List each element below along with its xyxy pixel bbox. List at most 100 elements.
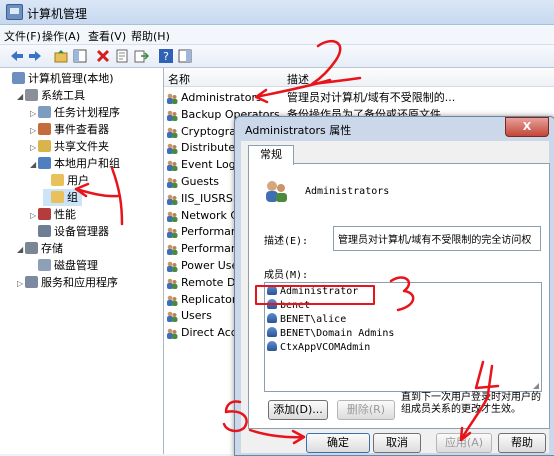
tree-item-label: 共享文件夹 [54,140,109,153]
members-label: 成员(M): [264,270,309,281]
tree-expander-icon[interactable]: ▷ [17,275,25,292]
user-icon [267,313,277,323]
group-icon [166,226,178,239]
tree-item-label: 存储 [41,242,63,255]
group-icon [166,142,178,155]
menu-action[interactable]: 操作(A) [42,28,80,44]
console-pane-icon[interactable] [177,48,193,64]
remove-button[interactable]: 删除(R) [337,400,395,420]
member-name: benet [280,300,311,311]
user-icon [267,341,277,351]
list-item[interactable]: Administrators 管理员对计算机/域有不受限制的... [164,89,554,106]
user-icon [267,299,277,309]
disk-icon [38,259,51,271]
delete-icon[interactable] [95,48,111,64]
tree-expander-icon[interactable]: ▷ [30,105,38,122]
folder-icon [51,174,64,186]
tree-item[interactable]: 设备管理器 [30,223,109,240]
services-icon [25,276,38,288]
tree-item-label: 磁盘管理 [54,259,98,272]
group-icon [166,310,178,323]
group-description: 管理员对计算机/域有不受限制的... [287,91,456,104]
tree-expander-icon[interactable]: ◢ [17,88,25,105]
member-item[interactable]: Administrator [267,285,358,299]
list-resize-grip[interactable] [533,383,539,389]
description-label: 描述(E): [264,236,309,247]
tools-icon [25,89,38,101]
dialog-close-button[interactable]: X [505,117,549,137]
tree-item[interactable]: ◢ 存储 [17,240,63,257]
group-name: Users [181,309,212,323]
toolbar: ? [0,45,554,68]
help-button[interactable]: 帮助 [498,433,546,453]
back-arrow-icon[interactable] [9,48,25,64]
properties-icon[interactable] [114,48,130,64]
column-header-name[interactable]: 名称 [168,71,190,87]
member-item[interactable]: BENET\alice [267,313,346,327]
tree-item[interactable]: 组 [43,189,82,206]
group-icon [166,92,178,104]
tree-item[interactable]: ▷ 服务和应用程序 [17,274,118,291]
device-manager-icon [38,225,51,237]
show-hide-tree-icon[interactable] [72,48,88,64]
tree-item-label: 性能 [54,208,76,221]
tab-general[interactable]: 常规 [248,145,294,165]
add-button[interactable]: 添加(D)... [268,400,328,420]
members-list[interactable]: Administrator benet BENET\alice BENET\Domai… [264,282,542,392]
group-name: Replicator [181,292,237,306]
group-icon [166,109,178,121]
group-name: Guests [181,175,220,188]
computer-icon [12,72,25,84]
tree-item[interactable]: 用户 [43,172,89,189]
member-name: BENET\Domain Admins [280,328,395,339]
window-titlebar: 计算机管理 [0,0,554,25]
forward-arrow-icon[interactable] [27,48,43,64]
export-list-icon[interactable] [133,48,150,64]
group-name: Administrators [305,186,390,197]
tree-item[interactable]: ▷ 性能 [30,206,76,223]
group-icon [166,126,178,138]
tree-item[interactable]: ▷ 任务计划程序 [30,104,120,121]
help-icon[interactable]: ? [158,48,174,64]
up-folder-icon[interactable] [53,48,69,64]
member-name: BENET\alice [280,314,347,325]
users-icon [38,157,51,169]
tree-item[interactable]: ▷ 事件查看器 [30,121,109,138]
cancel-button[interactable]: 取消 [373,433,421,453]
tree-item[interactable]: 磁盘管理 [30,257,98,274]
tree-item-label: 组 [67,191,78,204]
tree-expander-icon[interactable]: ◢ [17,241,25,258]
storage-icon [25,242,38,254]
group-icon [166,210,178,222]
description-field[interactable]: 管理员对计算机/域有不受限制的完全访问权 [333,226,541,251]
menu-file[interactable]: 文件(F) [4,28,41,44]
tree-expander-icon[interactable]: ◢ [30,156,38,173]
tree-item-label: 系统工具 [41,89,85,102]
tree-item[interactable]: 计算机管理(本地) [4,70,114,87]
tree-expander-icon[interactable]: ▷ [30,207,38,224]
member-item[interactable]: CtxAppVCOMAdmin [267,341,370,355]
general-tab-pane: Administrators 描述(E): 管理员对计算机/域有不受限制的完全访… [248,163,550,429]
tree-item-label: 本地用户和组 [54,157,120,170]
performance-icon [38,208,51,220]
group-name: IIS_IUSRS [181,191,233,205]
member-item[interactable]: BENET\Domain Admins [267,327,394,341]
tree-item[interactable]: ◢ 本地用户和组 [30,155,120,172]
column-header-description[interactable]: 描述 [287,71,309,87]
menu-help[interactable]: 帮助(H) [131,28,170,44]
group-icon [166,193,178,205]
tree-expander-icon[interactable]: ▷ [30,139,38,156]
group-name: Administrators [181,91,262,104]
apply-button[interactable]: 应用(A) [436,433,492,453]
tree-expander-icon[interactable]: ▷ [30,122,38,139]
event-viewer-icon [38,123,51,135]
description-value: 管理员对计算机/域有不受限制的完全访问权 [338,235,532,246]
svg-text:?: ? [163,50,169,63]
tree-item[interactable]: ◢ 系统工具 [17,87,85,104]
menu-view[interactable]: 查看(V) [88,28,126,44]
member-item[interactable]: benet [267,299,310,313]
group-icon [166,243,178,256]
group-icon [166,176,178,188]
tree-item[interactable]: ▷ 共享文件夹 [30,138,109,155]
ok-button[interactable]: 确定 [306,433,370,453]
